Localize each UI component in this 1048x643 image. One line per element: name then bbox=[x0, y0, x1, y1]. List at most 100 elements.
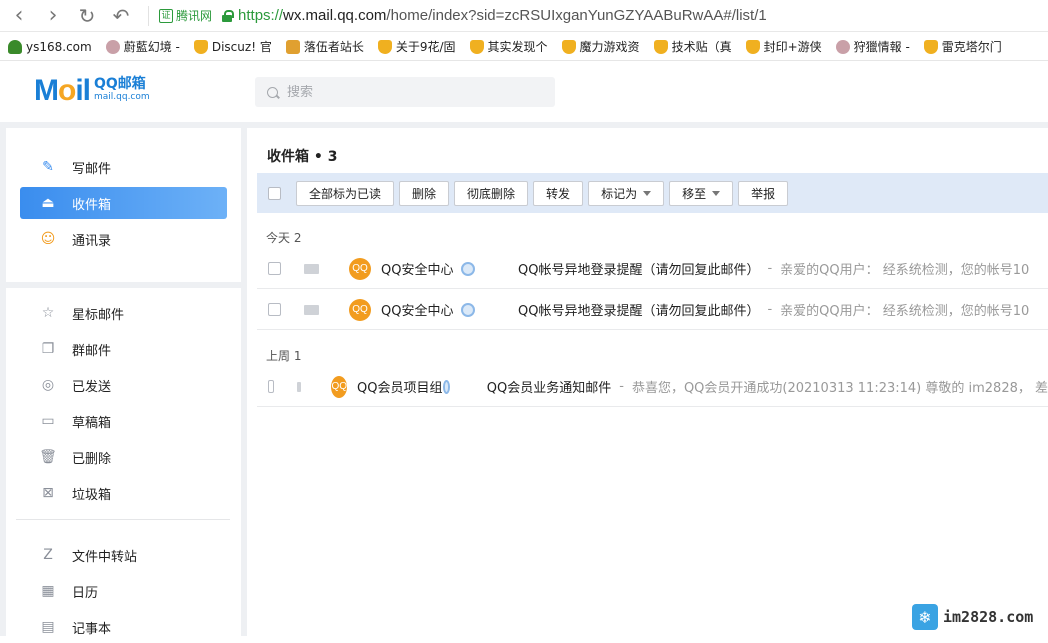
sidebar-item-notepad[interactable]: ▤ 记事本 bbox=[20, 611, 227, 643]
sidebar-item-label: 文件中转站 bbox=[72, 549, 138, 565]
sidebar-folders: ☆ 星标邮件 ❐ 群邮件 ◎ 已发送 ▭ 草稿箱 🗑 已删除 ⊠ 垃圾箱 Z 文… bbox=[6, 288, 241, 637]
calendar-icon: ▦ bbox=[41, 583, 55, 599]
tree-icon bbox=[8, 39, 22, 54]
sidebar-primary: ✎ 写邮件 ⏏ 收件箱 ☺ 通讯录 bbox=[6, 128, 241, 282]
mail-checkbox[interactable] bbox=[268, 262, 281, 275]
spam-icon: ⊠ bbox=[42, 485, 54, 501]
logo-letter-o: o bbox=[58, 74, 76, 107]
mail-separator: - bbox=[767, 302, 773, 317]
sidebar-item-inbox[interactable]: ⏏ 收件箱 bbox=[20, 187, 227, 219]
sidebar-item-label: 收件箱 bbox=[72, 197, 112, 213]
report-button[interactable]: 举报 bbox=[738, 180, 789, 206]
contacts-icon: ☺ bbox=[40, 231, 56, 247]
trophy-icon bbox=[923, 39, 938, 54]
mark-as-dropdown[interactable]: 标记为 bbox=[588, 180, 665, 206]
pencil-icon: ✎ bbox=[42, 159, 54, 175]
mark-as-label: 标记为 bbox=[601, 186, 638, 201]
bookmark-item[interactable]: Discuz! 官 bbox=[193, 38, 272, 55]
mail-preview: 亲爱的QQ用户： 经系统检测，您的帐号10 bbox=[780, 263, 1030, 278]
verified-icon bbox=[461, 302, 475, 317]
sidebar-item-group-mail[interactable]: ❐ 群邮件 bbox=[20, 333, 227, 365]
sidebar-item-calendar[interactable]: ▦ 日历 bbox=[20, 575, 227, 607]
site-security-badge[interactable]: 证 腾讯网 bbox=[159, 7, 212, 24]
bookmark-item[interactable]: 封印+游侠 bbox=[745, 38, 822, 55]
url-field[interactable]: https://wx.mail.qq.com/home/index?sid=zc… bbox=[238, 7, 767, 24]
draft-icon: ▭ bbox=[41, 413, 55, 429]
mail-row[interactable]: QQ QQ会员项目组 QQ会员业务通知邮件 - 恭喜您，QQ会员开通成功(202… bbox=[257, 367, 1048, 407]
logo-mark: Moil bbox=[34, 74, 91, 107]
trophy-icon bbox=[653, 39, 668, 54]
sent-icon: ◎ bbox=[41, 377, 55, 393]
sidebar-item-compose[interactable]: ✎ 写邮件 bbox=[20, 151, 227, 183]
undo-icon[interactable]: ↶ bbox=[104, 0, 138, 32]
mail-checkbox[interactable] bbox=[268, 303, 281, 316]
bookmark-item[interactable]: ys168.com bbox=[8, 39, 92, 54]
chevron-down-icon bbox=[712, 190, 721, 196]
bookmark-item[interactable]: 其实发现个 bbox=[469, 38, 548, 55]
avatar-icon bbox=[105, 39, 120, 54]
bookmark-label: 蔚藍幻境 - bbox=[123, 40, 180, 54]
delete-permanently-button[interactable]: 彻底删除 bbox=[454, 180, 529, 206]
envelope-icon bbox=[304, 304, 319, 315]
fox-icon bbox=[285, 39, 300, 54]
chevron-down-icon bbox=[643, 190, 652, 196]
delete-button[interactable]: 删除 bbox=[399, 180, 450, 206]
envelope-icon bbox=[296, 381, 302, 392]
mail-separator: - bbox=[767, 261, 773, 276]
bookmark-item[interactable]: 蔚藍幻境 - bbox=[105, 38, 180, 55]
sidebar-item-label: 草稿箱 bbox=[72, 415, 112, 431]
bookmark-item[interactable]: 技术贴（真 bbox=[653, 38, 732, 55]
mail-subject: QQ帐号异地登录提醒（请勿回复此邮件） bbox=[518, 263, 760, 278]
mail-row[interactable]: QQ QQ安全中心 QQ帐号异地登录提醒（请勿回复此邮件） - 亲爱的QQ用户：… bbox=[257, 290, 1048, 330]
forward-arrow-icon[interactable]: › bbox=[36, 0, 70, 32]
select-all-checkbox[interactable] bbox=[268, 186, 281, 200]
shield-icon: 证 bbox=[159, 8, 173, 23]
bookmark-item[interactable]: 魔力游戏资 bbox=[561, 38, 640, 55]
bookmark-item[interactable]: 雷克塔尔门 bbox=[923, 38, 1002, 55]
mail-row[interactable]: QQ QQ安全中心 QQ帐号异地登录提醒（请勿回复此邮件） - 亲爱的QQ用户：… bbox=[257, 249, 1048, 289]
sidebar-item-label: 日历 bbox=[72, 585, 99, 601]
sidebar-item-label: 已删除 bbox=[72, 451, 112, 467]
bookmark-label: 雷克塔尔门 bbox=[941, 40, 1002, 54]
watermark: ❄ im2828.com bbox=[912, 604, 1033, 630]
avatar-icon bbox=[835, 39, 850, 54]
bookmark-label: 狩獵情報 - bbox=[853, 40, 910, 54]
bookmark-label: 技术贴（真 bbox=[671, 40, 732, 54]
search-input[interactable] bbox=[287, 84, 527, 100]
bookmark-item[interactable]: 狩獵情報 - bbox=[835, 38, 910, 55]
inbox-icon: ⏏ bbox=[41, 195, 55, 211]
sidebar-item-label: 已发送 bbox=[72, 379, 112, 395]
forward-button[interactable]: 转发 bbox=[533, 180, 584, 206]
sidebar-item-deleted[interactable]: 🗑 已删除 bbox=[20, 441, 227, 473]
back-arrow-icon[interactable]: ‹ bbox=[2, 0, 36, 32]
sidebar-item-file-transfer[interactable]: Z 文件中转站 bbox=[20, 539, 227, 571]
mail-checkbox[interactable] bbox=[268, 380, 274, 393]
bookmark-item[interactable]: 落伍者站长 bbox=[285, 38, 364, 55]
sidebar-item-spam[interactable]: ⊠ 垃圾箱 bbox=[20, 477, 227, 509]
sidebar-item-label: 星标邮件 bbox=[72, 307, 125, 323]
sender-avatar: QQ bbox=[349, 257, 371, 280]
mail-toolbar: 全部标为已读 删除 彻底删除 转发 标记为 移至 举报 bbox=[257, 173, 1048, 213]
url-protocol: https:// bbox=[238, 7, 284, 24]
snowflake-icon: ❄ bbox=[912, 604, 938, 630]
mail-subject: QQ会员业务通知邮件 bbox=[486, 381, 612, 396]
page-title: 收件箱 • 3 bbox=[267, 149, 338, 165]
mail-preview: 恭喜您，QQ会员开通成功(20210313 11:23:14) 尊敬的 im28… bbox=[631, 381, 1048, 396]
bookmark-item[interactable]: 关于9花/固 bbox=[377, 38, 456, 55]
sidebar-item-label: 通讯录 bbox=[72, 233, 112, 249]
sidebar-item-label: 记事本 bbox=[72, 621, 112, 637]
notepad-icon: ▤ bbox=[41, 619, 55, 635]
trophy-icon bbox=[561, 39, 576, 54]
sidebar-item-starred[interactable]: ☆ 星标邮件 bbox=[20, 297, 227, 329]
sidebar-item-contacts[interactable]: ☺ 通讯录 bbox=[20, 223, 227, 255]
sidebar-item-sent[interactable]: ◎ 已发送 bbox=[20, 369, 227, 401]
move-to-dropdown[interactable]: 移至 bbox=[669, 180, 734, 206]
search-box[interactable] bbox=[255, 77, 555, 107]
reload-icon[interactable]: ↻ bbox=[70, 0, 104, 32]
page-body: ✎ 写邮件 ⏏ 收件箱 ☺ 通讯录 ☆ 星标邮件 ❐ 群邮件 ◎ 已发送 ▭ 草… bbox=[0, 122, 1048, 637]
bookmark-label: 封印+游侠 bbox=[763, 40, 822, 54]
mark-all-read-button[interactable]: 全部标为已读 bbox=[296, 180, 395, 206]
qq-mail-logo[interactable]: Moil QQ邮箱 mail.qq.com bbox=[34, 76, 150, 106]
sidebar-item-drafts[interactable]: ▭ 草稿箱 bbox=[20, 405, 227, 437]
bookmark-label: 落伍者站长 bbox=[303, 40, 364, 54]
